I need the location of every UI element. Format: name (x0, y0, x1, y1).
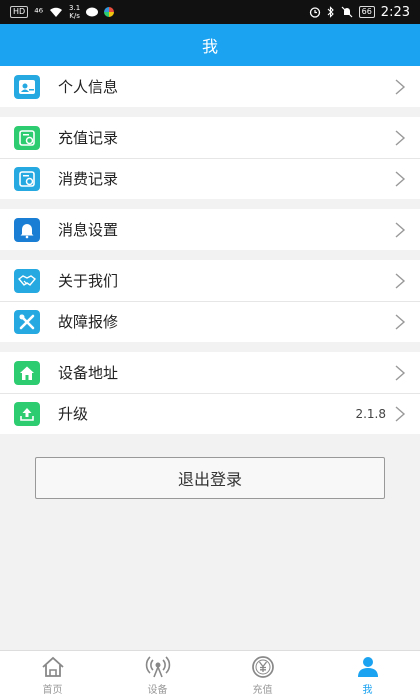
bluetooth-icon (327, 6, 335, 18)
tools-icon (14, 310, 40, 334)
yen-coin-icon (250, 655, 276, 679)
menu-item-message-settings[interactable]: 消息设置 (0, 209, 420, 250)
network-speed: 3.1 K/s (69, 4, 80, 20)
menu-item-label: 设备地址 (58, 362, 394, 383)
menu-item-label: 关于我们 (58, 270, 394, 291)
logout-button[interactable]: 退出登录 (35, 457, 385, 499)
settings-list: 个人信息 充值记录 消费记录 消息设置 (0, 66, 420, 444)
chevron-right-icon (394, 221, 406, 239)
group-support: 关于我们 故障报修 (0, 260, 420, 342)
menu-item-label: 消费记录 (58, 168, 394, 189)
chevron-right-icon (394, 78, 406, 96)
alarm-icon (309, 6, 321, 18)
chevron-right-icon (394, 405, 406, 423)
status-bar: HD ⁴⁶ 3.1 K/s 66 2:23 (0, 0, 420, 24)
menu-item-fault-repair[interactable]: 故障报修 (0, 301, 420, 342)
upload-icon (14, 402, 40, 426)
menu-item-about-us[interactable]: 关于我们 (0, 260, 420, 301)
group-device: 设备地址 升级 2.1.8 (0, 352, 420, 434)
mute-icon (341, 6, 353, 18)
recharge-record-icon (14, 126, 40, 150)
menu-item-label: 充值记录 (58, 127, 394, 148)
app-version: 2.1.8 (355, 407, 386, 421)
chevron-right-icon (394, 129, 406, 147)
group-records: 充值记录 消费记录 (0, 117, 420, 199)
menu-item-label: 升级 (58, 403, 355, 424)
signal-indicator: ⁴⁶ (34, 6, 43, 19)
menu-item-profile[interactable]: 个人信息 (0, 66, 420, 107)
chevron-right-icon (394, 313, 406, 331)
group-profile: 个人信息 (0, 66, 420, 107)
network-speed-value: 3.1 (69, 4, 80, 12)
clock: 2:23 (381, 5, 410, 20)
home-outline-icon (40, 655, 66, 679)
bell-icon (14, 218, 40, 242)
battery-level: 66 (359, 6, 375, 18)
app-notification-icon (104, 7, 114, 17)
chevron-right-icon (394, 272, 406, 290)
chevron-right-icon (394, 364, 406, 382)
signal-tower-icon (145, 655, 171, 679)
menu-item-upgrade[interactable]: 升级 2.1.8 (0, 393, 420, 434)
chevron-right-icon (394, 170, 406, 188)
menu-item-label: 故障报修 (58, 311, 394, 332)
tab-home[interactable]: 首页 (0, 651, 105, 700)
menu-item-consumption-records[interactable]: 消费记录 (0, 158, 420, 199)
page-title: 我 (202, 33, 218, 57)
status-right: 66 2:23 (309, 5, 410, 20)
home-icon (14, 361, 40, 385)
tab-devices[interactable]: 设备 (105, 651, 210, 700)
tab-label: 首页 (43, 681, 63, 696)
user-card-icon (14, 75, 40, 99)
status-left: HD ⁴⁶ 3.1 K/s (10, 4, 114, 20)
menu-item-recharge-records[interactable]: 充值记录 (0, 117, 420, 158)
network-badge: HD (10, 6, 28, 18)
tab-recharge[interactable]: 充值 (210, 651, 315, 700)
person-icon (355, 655, 381, 679)
tab-label: 我 (363, 681, 373, 696)
tab-label: 充值 (253, 681, 273, 696)
menu-item-device-address[interactable]: 设备地址 (0, 352, 420, 393)
tab-label: 设备 (148, 681, 168, 696)
handshake-icon (14, 269, 40, 293)
wifi-icon (49, 7, 63, 18)
menu-item-label: 消息设置 (58, 219, 394, 240)
page-header: 我 (0, 24, 420, 66)
chat-bubble-icon (86, 7, 98, 18)
consume-record-icon (14, 167, 40, 191)
menu-item-label: 个人信息 (58, 76, 394, 97)
group-messages: 消息设置 (0, 209, 420, 250)
bottom-tab-bar: 首页 设备 充值 我 (0, 650, 420, 700)
network-speed-unit: K/s (69, 12, 80, 20)
tab-me[interactable]: 我 (315, 651, 420, 700)
